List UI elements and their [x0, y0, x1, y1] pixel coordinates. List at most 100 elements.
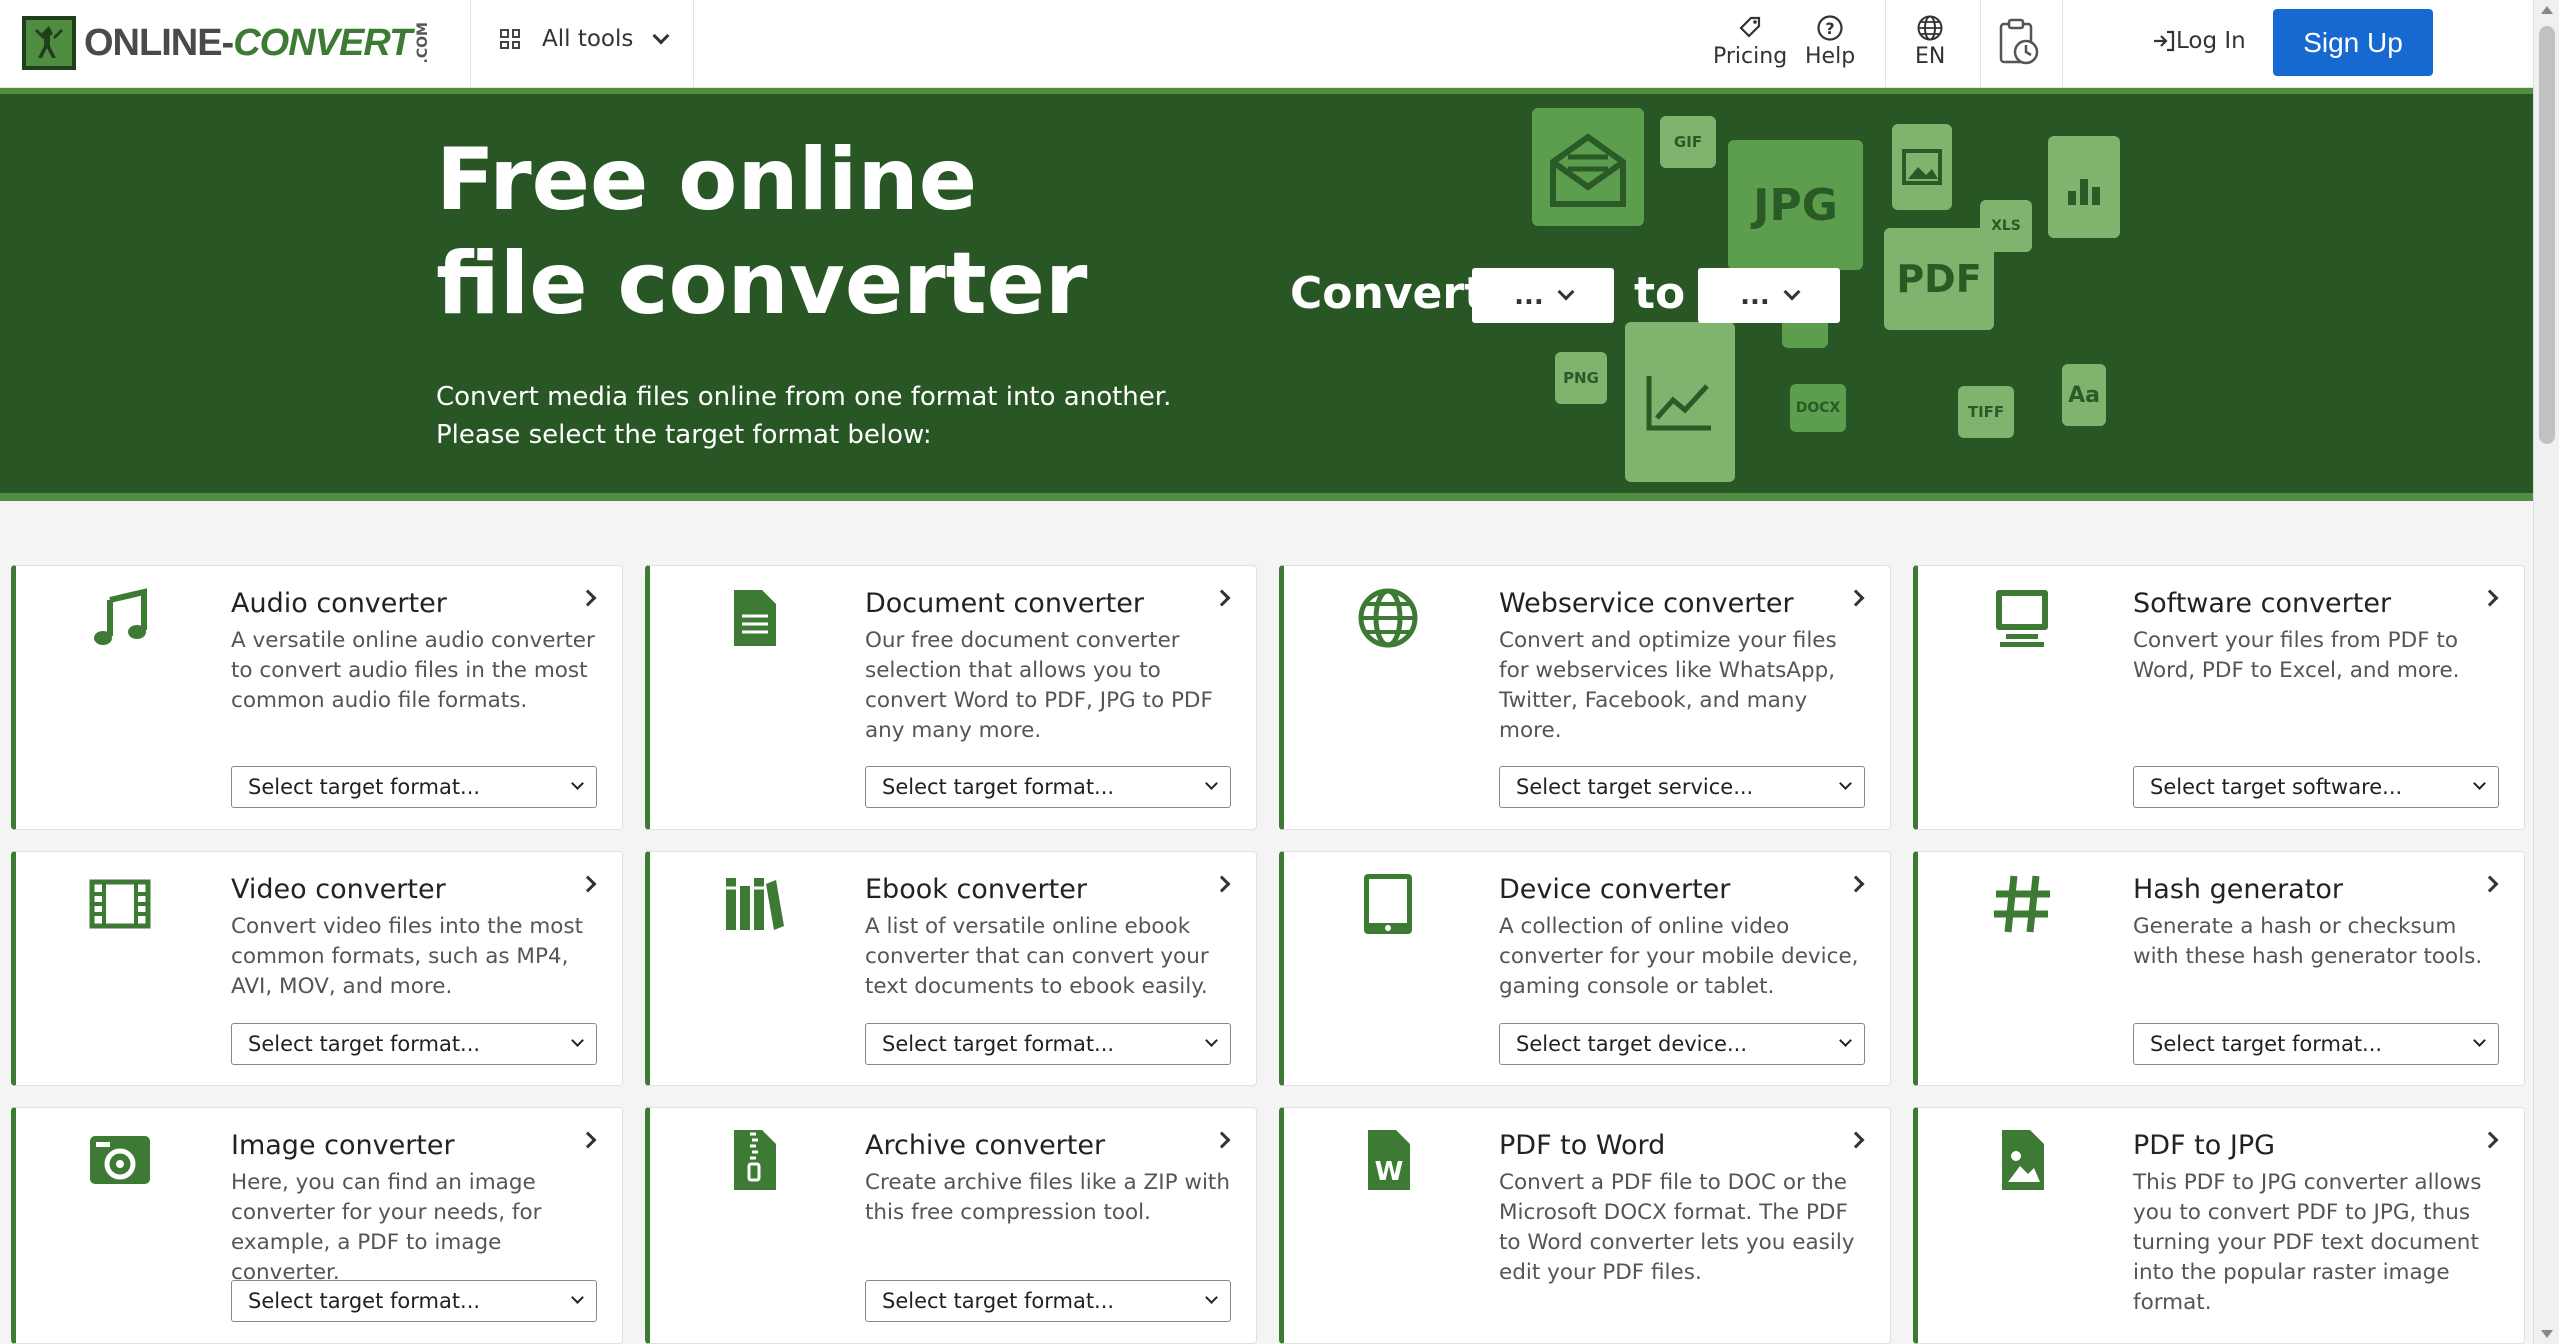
chart-file-icon: [2048, 136, 2120, 238]
target-format-select[interactable]: ...: [1698, 268, 1840, 323]
card-title: PDF to JPG: [2133, 1130, 2276, 1161]
pdf-file-icon: PDF: [1884, 228, 1994, 330]
scroll-up-icon[interactable]: [2541, 6, 2553, 14]
chevron-down-icon: [571, 1291, 584, 1304]
logo-domain: .COM: [415, 22, 432, 64]
card-description: Convert your files from PDF to Word, PDF…: [2133, 628, 2460, 683]
dropdown-value: Select target format...: [882, 775, 1115, 799]
dropdown-value: Select target software...: [2150, 775, 2403, 799]
svg-text:?: ?: [1825, 19, 1834, 38]
language-label: EN: [1915, 44, 1946, 69]
target-format-dropdown[interactable]: Select target format...: [231, 1280, 597, 1322]
chevron-right-icon[interactable]: [579, 1131, 597, 1149]
dropdown-value: Select target format...: [248, 1289, 481, 1313]
vertical-scrollbar[interactable]: [2533, 0, 2559, 1344]
card-description: A list of versatile online ebook convert…: [865, 914, 1209, 999]
card-hash-generator[interactable]: Hash generator Generate a hash or checks…: [1913, 851, 2525, 1086]
card-ebook-converter[interactable]: Ebook converter A list of versatile onli…: [645, 851, 1257, 1086]
target-format-dropdown[interactable]: Select target format...: [231, 1023, 597, 1065]
chevron-right-icon[interactable]: [1213, 875, 1231, 893]
image-file-icon: [2002, 1130, 2044, 1190]
target-software-dropdown[interactable]: Select target software...: [2133, 766, 2499, 808]
dropdown-value: Select target service...: [1516, 775, 1754, 799]
divider: [1980, 0, 1981, 88]
music-note-icon: [94, 588, 147, 645]
clipboard-clock-icon: [1998, 18, 2040, 74]
signup-button[interactable]: Sign Up: [2273, 9, 2433, 76]
card-description: Our free document converter selection th…: [865, 628, 1213, 743]
card-archive-converter[interactable]: Archive converter Create archive files l…: [645, 1107, 1257, 1344]
chevron-right-icon[interactable]: [1847, 875, 1865, 893]
scrollbar-thumb[interactable]: [2539, 26, 2555, 444]
globe-icon: [1358, 588, 1418, 648]
card-document-converter[interactable]: Document converter Our free document con…: [645, 565, 1257, 830]
card-title: PDF to Word: [1499, 1130, 1666, 1161]
word-file-icon: W: [1368, 1130, 1410, 1190]
site-logo[interactable]: ONLINE-CONVERT .COM: [22, 16, 431, 70]
chevron-right-icon[interactable]: [579, 589, 597, 607]
chevron-right-icon[interactable]: [1847, 589, 1865, 607]
history-button[interactable]: [1998, 18, 2040, 74]
all-tools-button[interactable]: All tools: [500, 26, 670, 52]
logo-icon: [22, 16, 76, 70]
envelope-icon: [1532, 108, 1644, 226]
document-icon: [734, 590, 776, 646]
hero-banner: [0, 88, 2533, 501]
image-file-icon: [1892, 124, 1952, 210]
books-icon: [726, 878, 784, 930]
card-video-converter[interactable]: Video converter Convert video files into…: [11, 851, 623, 1086]
chevron-right-icon[interactable]: [1213, 1131, 1231, 1149]
computer-icon: [1996, 590, 2048, 647]
card-description: A versatile online audio converter to co…: [231, 628, 595, 713]
chevron-right-icon[interactable]: [579, 875, 597, 893]
login-label: Log In: [2176, 28, 2246, 54]
target-format-dropdown[interactable]: Select target format...: [865, 1280, 1231, 1322]
language-selector[interactable]: EN: [1915, 14, 1945, 69]
target-format-dropdown[interactable]: Select target format...: [865, 766, 1231, 808]
help-link[interactable]: ? Help: [1805, 14, 1855, 69]
card-webservice-converter[interactable]: Webservice converter Convert and optimiz…: [1279, 565, 1891, 830]
scroll-down-icon[interactable]: [2541, 1330, 2553, 1338]
tag-icon: [1713, 14, 1787, 44]
card-title: Ebook converter: [865, 874, 1087, 905]
chevron-down-icon: [1557, 283, 1575, 300]
login-link[interactable]: Log In: [2152, 28, 2246, 54]
chevron-right-icon[interactable]: [2481, 875, 2499, 893]
pricing-link[interactable]: Pricing: [1713, 14, 1787, 69]
card-pdf-to-word[interactable]: W PDF to Word Convert a PDF file to DOC …: [1279, 1107, 1891, 1344]
chevron-right-icon[interactable]: [2481, 1131, 2499, 1149]
card-pdf-to-jpg[interactable]: PDF to JPG This PDF to JPG converter all…: [1913, 1107, 2525, 1344]
chevron-right-icon[interactable]: [1847, 1131, 1865, 1149]
card-image-converter[interactable]: Image converter Here, you can find an im…: [11, 1107, 623, 1344]
graph-file-icon: [1625, 322, 1735, 482]
hash-icon: [1994, 875, 2050, 933]
top-navigation-bar: ONLINE-CONVERT .COM All tools Pricing ? …: [0, 0, 2533, 88]
chevron-down-icon: [1839, 777, 1852, 790]
hero-top-stripe: [0, 88, 2533, 94]
hero-subtitle: Convert media files online from one form…: [436, 382, 1172, 450]
card-title: Audio converter: [231, 588, 447, 619]
target-format-dropdown[interactable]: Select target format...: [231, 766, 597, 808]
chevron-down-icon: [652, 27, 670, 45]
card-description: Convert a PDF file to DOC or the Microso…: [1499, 1170, 1855, 1285]
source-format-select[interactable]: ...: [1472, 268, 1614, 323]
target-format-dropdown[interactable]: Select target format...: [865, 1023, 1231, 1065]
login-icon: [2154, 30, 2175, 52]
card-software-converter[interactable]: Software converter Convert your files fr…: [1913, 565, 2525, 830]
card-title: Archive converter: [865, 1130, 1106, 1161]
grid-icon: [500, 29, 520, 49]
chevron-right-icon[interactable]: [1213, 589, 1231, 607]
card-description: A collection of online video converter f…: [1499, 914, 1859, 999]
target-device-dropdown[interactable]: Select target device...: [1499, 1023, 1865, 1065]
chevron-down-icon: [1205, 1034, 1218, 1047]
to-label: to: [1634, 268, 1686, 319]
chevron-down-icon: [1839, 1034, 1852, 1047]
card-audio-converter[interactable]: Audio converter A versatile online audio…: [11, 565, 623, 830]
divider: [1885, 0, 1886, 88]
target-service-dropdown[interactable]: Select target service...: [1499, 766, 1865, 808]
card-device-converter[interactable]: Device converter A collection of online …: [1279, 851, 1891, 1086]
divider: [2062, 0, 2063, 88]
card-title: Hash generator: [2133, 874, 2343, 905]
target-format-dropdown[interactable]: Select target format...: [2133, 1023, 2499, 1065]
chevron-right-icon[interactable]: [2481, 589, 2499, 607]
